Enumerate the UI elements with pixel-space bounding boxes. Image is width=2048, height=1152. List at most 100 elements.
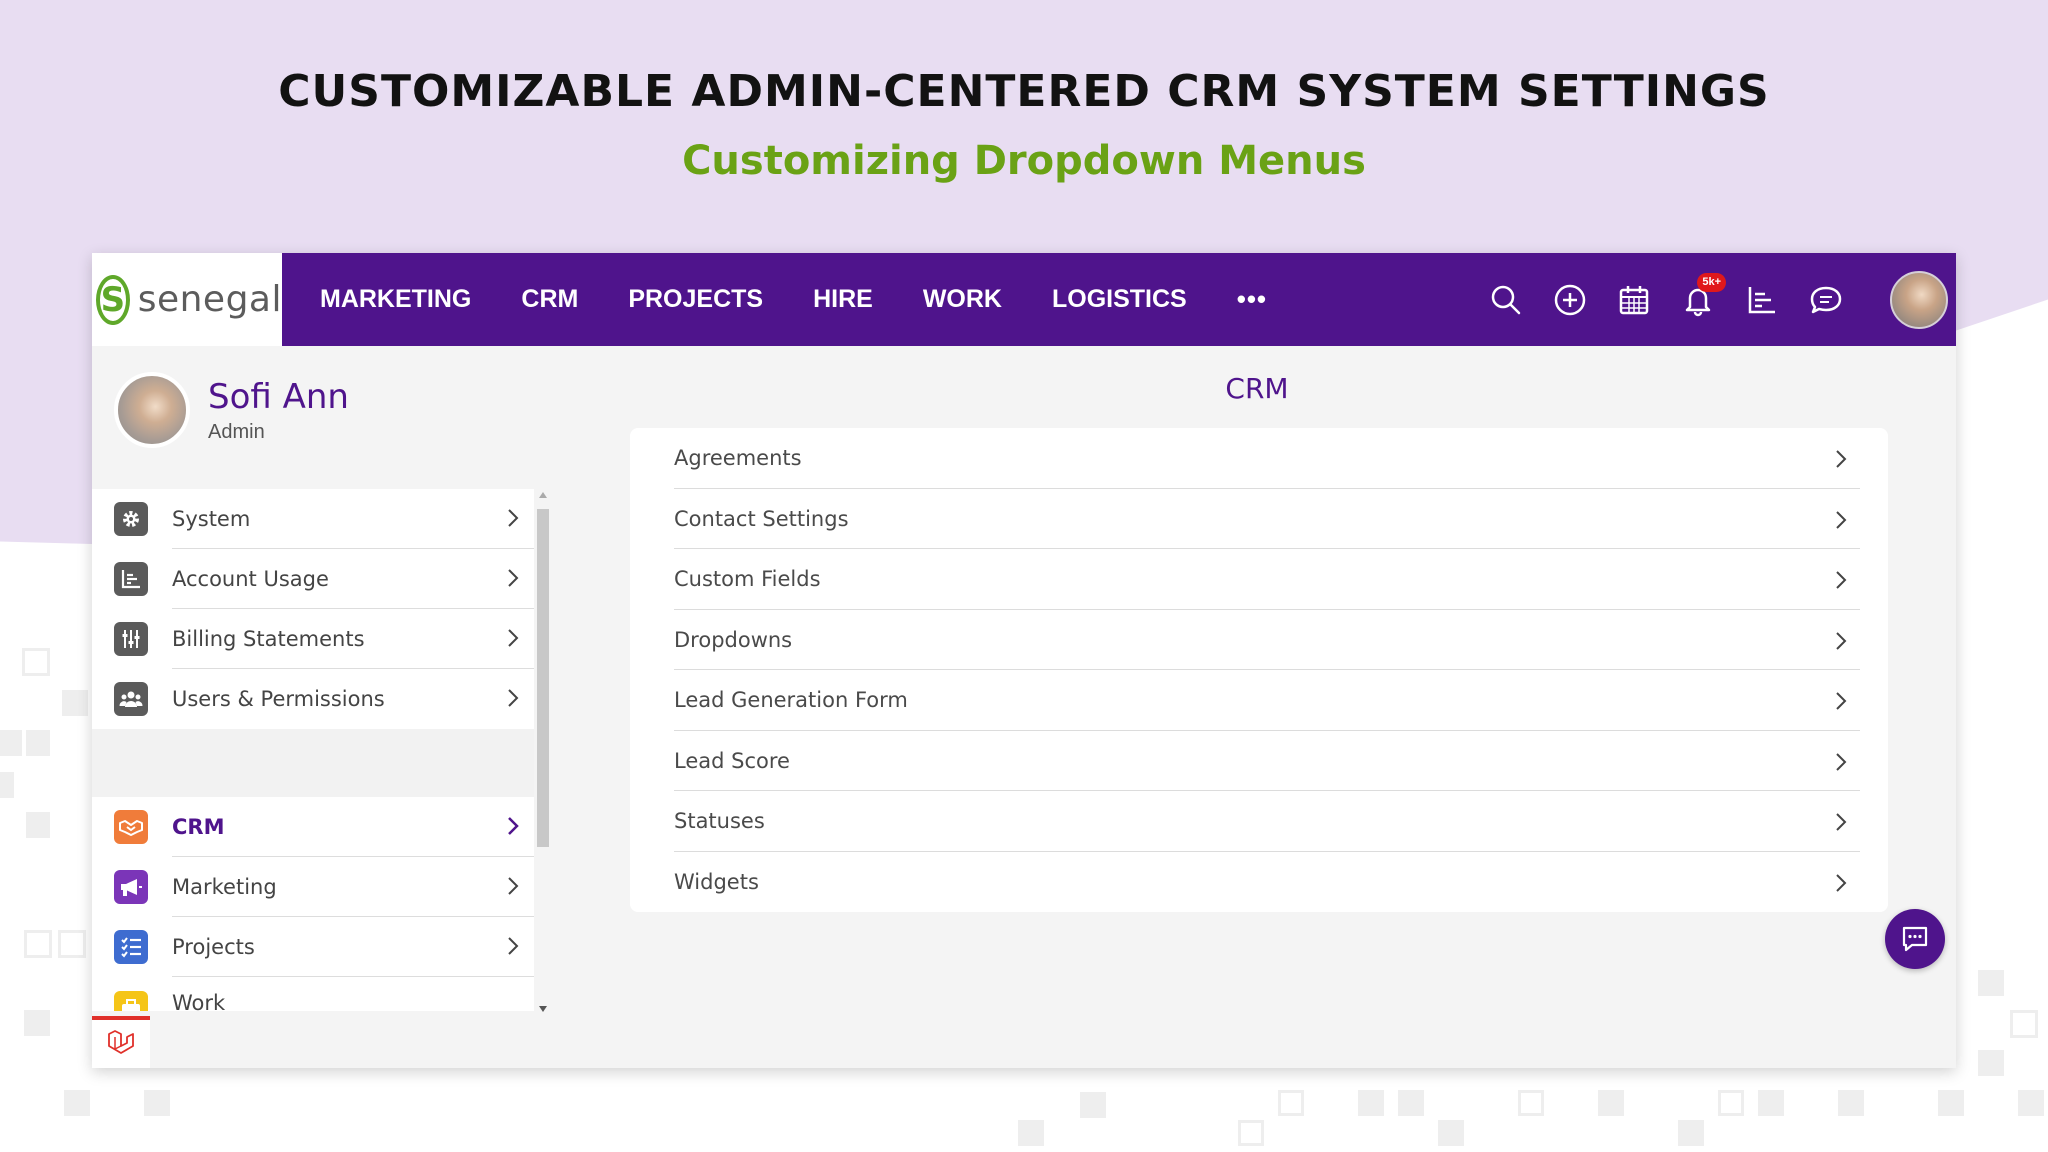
- list-item-contact-settings[interactable]: Contact Settings: [630, 489, 1888, 549]
- main-nav: MARKETING CRM PROJECTS HIRE WORK LOGISTI…: [320, 253, 1267, 346]
- add-circle-icon[interactable]: [1548, 278, 1592, 322]
- chevron-right-icon: [1836, 873, 1847, 892]
- search-icon[interactable]: [1484, 278, 1528, 322]
- chevron-right-icon: [1836, 752, 1847, 771]
- list-item-label: Widgets: [674, 869, 759, 894]
- nav-marketing[interactable]: MARKETING: [320, 285, 471, 314]
- list-item-lead-generation-form[interactable]: Lead Generation Form: [630, 670, 1888, 731]
- users-icon: [114, 682, 148, 716]
- chart-icon: [114, 562, 148, 596]
- sidebar-item-billing-statements[interactable]: Billing Statements: [92, 609, 534, 669]
- logo-text: senegal: [137, 279, 282, 320]
- sidebar: Sofi Ann Admin System Account Usage Bill…: [92, 346, 558, 1068]
- sidebar-item-crm[interactable]: CRM: [92, 797, 534, 857]
- profile-name: Sofi Ann: [208, 376, 349, 417]
- list-item-dropdowns[interactable]: Dropdowns: [630, 610, 1888, 670]
- list-item-agreements[interactable]: Agreements: [630, 428, 1888, 489]
- decorative-square: [1838, 1090, 1864, 1116]
- sidebar-item-marketing[interactable]: Marketing: [92, 857, 534, 917]
- list-item-label: Dropdowns: [674, 627, 793, 652]
- decorative-square: [2018, 1090, 2044, 1116]
- decorative-square: [1398, 1090, 1424, 1116]
- hero-title: CUSTOMIZABLE ADMIN-CENTERED CRM SYSTEM S…: [278, 66, 1770, 117]
- decorative-square: [24, 1010, 50, 1036]
- list-item-widgets[interactable]: Widgets: [630, 852, 1888, 913]
- megaphone-icon: [114, 870, 148, 904]
- nav-projects[interactable]: PROJECTS: [628, 285, 763, 314]
- sidebar-item-account-usage[interactable]: Account Usage: [92, 549, 534, 609]
- list-item-label: Custom Fields: [674, 567, 821, 592]
- main-content: CRM Agreements Contact Settings Custom F…: [558, 346, 1956, 1068]
- chevron-right-icon: [1836, 813, 1847, 831]
- sidebar-item-label: Work: [172, 991, 226, 1011]
- sidebar-item-work[interactable]: Work: [92, 977, 534, 1011]
- checklist-icon: [114, 930, 148, 964]
- chevron-right-icon: [1836, 450, 1847, 468]
- nav-hire[interactable]: HIRE: [813, 285, 873, 314]
- nav-work[interactable]: WORK: [923, 285, 1002, 314]
- laravel-debug-button[interactable]: [92, 1016, 150, 1068]
- decorative-square: [2010, 1010, 2038, 1038]
- scroll-up-icon[interactable]: [538, 491, 548, 499]
- decorative-square: [1718, 1090, 1744, 1116]
- decorative-square: [22, 648, 50, 676]
- list-item-label: Lead Generation Form: [674, 688, 908, 713]
- chevron-right-icon: [508, 509, 519, 527]
- chat-support-button[interactable]: [1885, 909, 1945, 969]
- chevron-right-icon: [508, 569, 519, 587]
- chevron-right-icon: [508, 817, 519, 835]
- decorative-square: [58, 930, 86, 958]
- chat-icon[interactable]: [1804, 278, 1848, 322]
- sidebar-item-label: Account Usage: [172, 567, 329, 591]
- sidebar-item-label: Users & Permissions: [172, 687, 385, 711]
- hero-subtitle: Customizing Dropdown Menus: [682, 138, 1366, 184]
- chevron-right-icon: [1836, 631, 1847, 650]
- user-avatar[interactable]: [1890, 270, 1948, 329]
- decorative-square: [1758, 1090, 1784, 1116]
- calendar-icon[interactable]: [1612, 278, 1656, 322]
- gear-icon: [114, 502, 148, 536]
- decorative-square: [64, 1090, 90, 1116]
- logo[interactable]: S senegal: [92, 253, 282, 346]
- decorative-square: [0, 772, 14, 798]
- decorative-square: [1598, 1090, 1624, 1116]
- sidebar-item-label: Projects: [172, 935, 255, 959]
- decorative-square: [26, 812, 50, 838]
- settings-list-card: Agreements Contact Settings Custom Field…: [630, 428, 1888, 912]
- sidebar-scrollbar-thumb[interactable]: [537, 509, 549, 847]
- nav-logistics[interactable]: LOGISTICS: [1052, 285, 1187, 314]
- list-item-lead-score[interactable]: Lead Score: [630, 731, 1888, 791]
- sidebar-item-users-permissions[interactable]: Users & Permissions: [92, 669, 534, 729]
- decorative-square: [1238, 1120, 1264, 1146]
- list-item-statuses[interactable]: Statuses: [630, 791, 1888, 852]
- chevron-right-icon: [1836, 571, 1847, 589]
- reports-icon[interactable]: [1740, 278, 1784, 322]
- nav-more-button[interactable]: •••: [1237, 284, 1267, 315]
- decorative-square: [1018, 1120, 1044, 1146]
- decorative-square: [1978, 970, 2004, 996]
- sidebar-item-label: Marketing: [172, 875, 277, 899]
- briefcase-icon: [114, 991, 148, 1011]
- logo-mark-icon: S: [96, 274, 130, 325]
- list-item-label: Agreements: [674, 446, 802, 471]
- sidebar-item-projects[interactable]: Projects: [92, 917, 534, 977]
- profile-header: Sofi Ann Admin: [114, 372, 349, 448]
- decorative-square: [1358, 1090, 1384, 1116]
- sliders-icon: [114, 622, 148, 656]
- profile-avatar: [114, 372, 190, 448]
- decorative-square: [1518, 1090, 1544, 1116]
- scroll-down-icon[interactable]: [538, 1005, 548, 1013]
- handshake-icon: [114, 810, 148, 844]
- sidebar-item-system[interactable]: System: [92, 489, 534, 549]
- chat-bubble-icon: [1902, 926, 1928, 952]
- decorative-square: [1678, 1120, 1704, 1146]
- chevron-right-icon: [508, 937, 519, 955]
- chevron-right-icon: [1836, 510, 1847, 529]
- app-window: S senegal MARKETING CRM PROJECTS HIRE WO…: [92, 253, 1956, 1068]
- nav-crm[interactable]: CRM: [521, 285, 578, 314]
- bell-icon[interactable]: 5k+: [1676, 272, 1726, 322]
- decorative-square: [1278, 1090, 1304, 1116]
- sidebar-item-label: System: [172, 507, 251, 531]
- list-item-custom-fields[interactable]: Custom Fields: [630, 549, 1888, 610]
- top-navbar: S senegal MARKETING CRM PROJECTS HIRE WO…: [92, 253, 1956, 346]
